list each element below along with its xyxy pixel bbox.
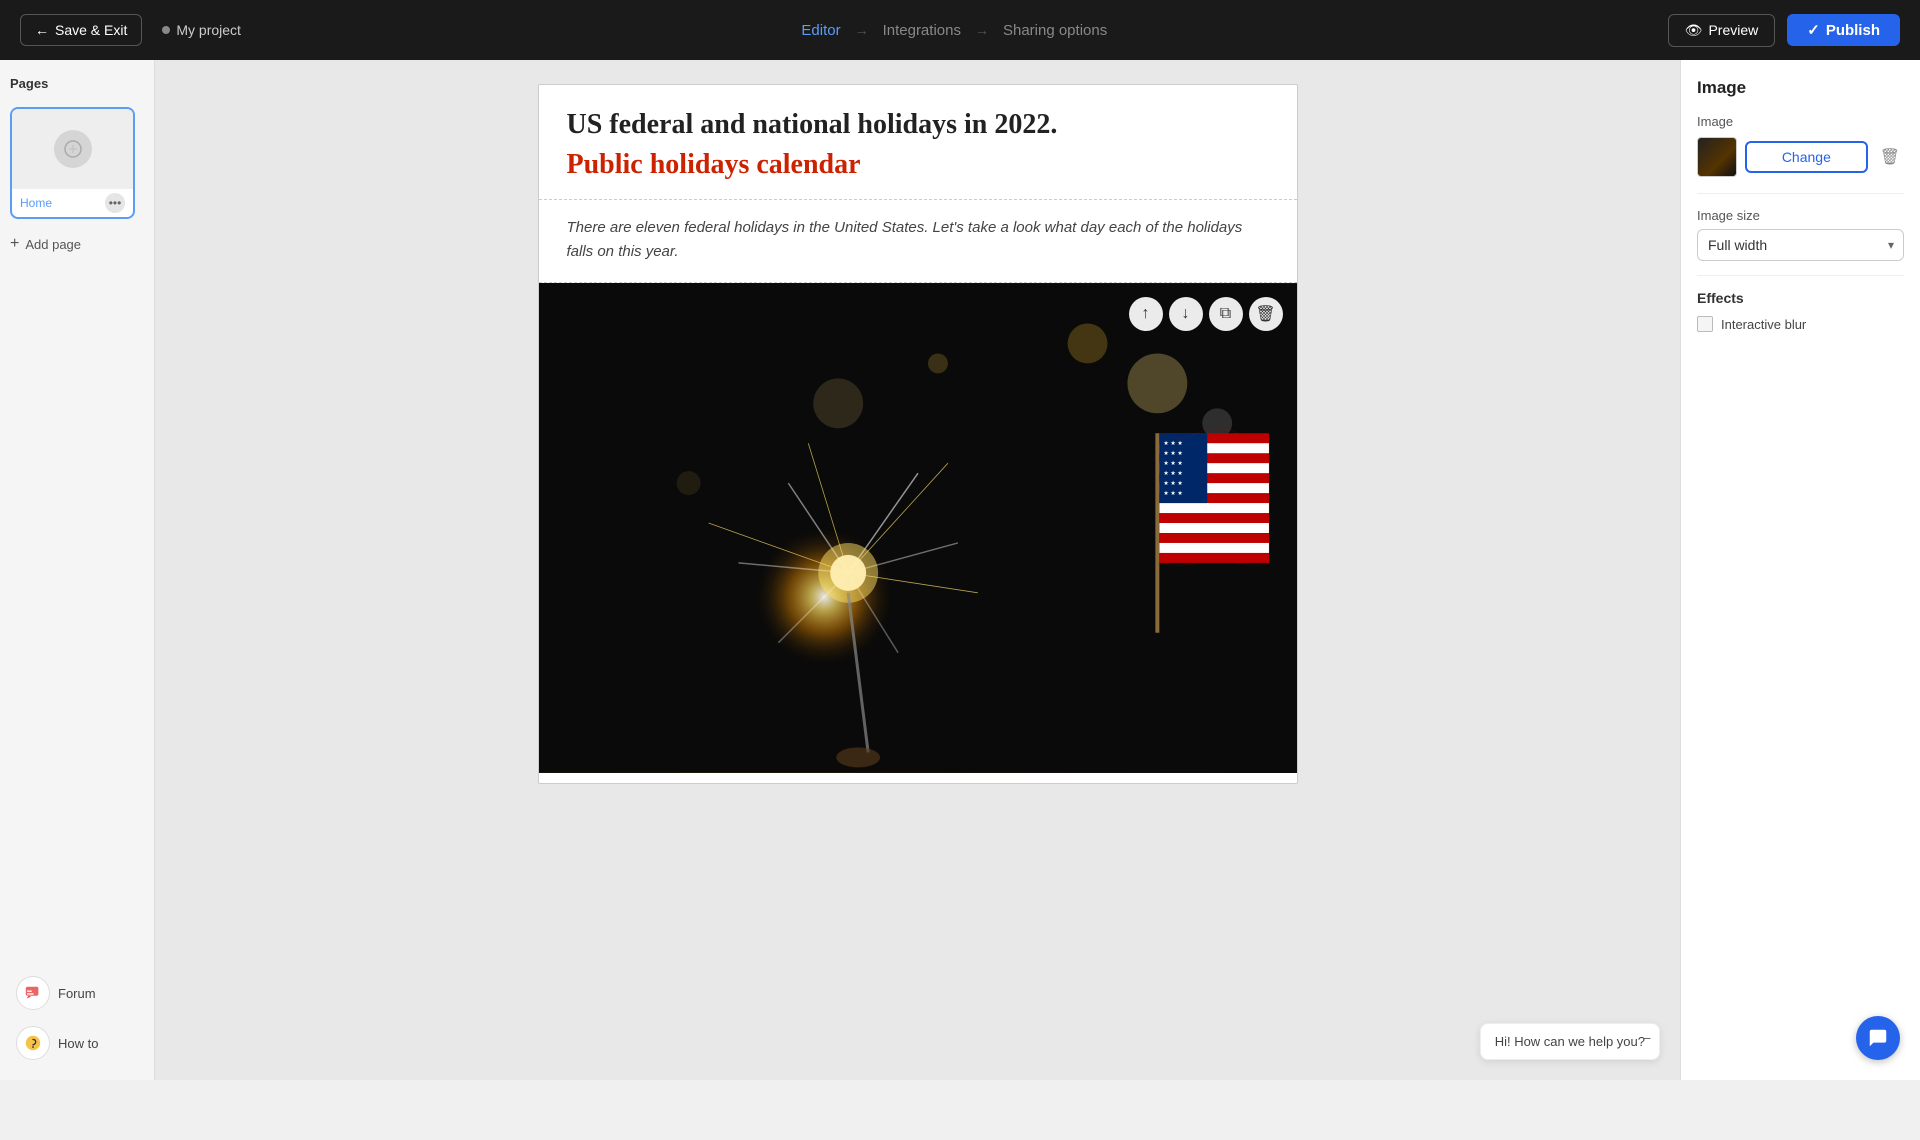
image-duplicate-button[interactable]: ⧉: [1209, 297, 1243, 331]
panel-title: Image: [1697, 78, 1904, 98]
image-size-label: Image size: [1697, 208, 1904, 223]
save-exit-button[interactable]: ← Save & Exit: [20, 14, 142, 46]
help-minimize-button[interactable]: −: [1643, 1030, 1651, 1046]
add-page-button[interactable]: + Add page: [10, 235, 144, 253]
nav-arrow-1: →: [855, 22, 869, 38]
panel-divider-2: [1697, 275, 1904, 276]
help-text: Hi! How can we help you?: [1495, 1034, 1645, 1049]
page-more-button[interactable]: •••: [105, 193, 125, 213]
back-arrow-icon: ←: [35, 22, 49, 38]
image-move-down-button[interactable]: ↓: [1169, 297, 1203, 331]
svg-text:★ ★ ★: ★ ★ ★: [1163, 470, 1182, 477]
nav-arrow-2: →: [975, 22, 989, 38]
howto-item[interactable]: How to: [10, 1022, 144, 1064]
publish-button[interactable]: ✓ Publish: [1787, 14, 1900, 46]
main-layout: Pages Home ••• + Add page: [0, 60, 1920, 1080]
page-card-label: Home •••: [12, 189, 133, 217]
topnav-center: Editor → Integrations → Sharing options: [801, 22, 1107, 39]
center-content: US federal and national holidays in 2022…: [155, 60, 1680, 1080]
add-page-label: Add page: [25, 237, 81, 252]
effects-title: Effects: [1697, 290, 1904, 306]
page-card-home[interactable]: Home •••: [10, 107, 135, 219]
size-select-wrapper: Full width Medium Small ▾: [1697, 229, 1904, 261]
body-block: There are eleven federal holidays in the…: [539, 200, 1297, 283]
change-image-button[interactable]: Change: [1745, 141, 1868, 173]
page-editor: US federal and national holidays in 2022…: [538, 84, 1298, 784]
image-label: Image: [1697, 114, 1904, 129]
body-text: There are eleven federal holidays in the…: [567, 216, 1269, 264]
howto-icon: [16, 1026, 50, 1060]
chat-fab-button[interactable]: [1856, 1016, 1900, 1060]
forum-icon: [16, 976, 50, 1010]
preview-label: Preview: [1708, 22, 1758, 38]
home-label: Home: [20, 196, 52, 210]
image-placeholder: ★ ★ ★ ★ ★ ★ ★ ★ ★ ★ ★ ★ ★ ★ ★ ★ ★ ★ ↑: [539, 283, 1297, 773]
page-icon: [54, 130, 92, 168]
svg-text:★ ★ ★: ★ ★ ★: [1163, 460, 1182, 467]
effects-row: Interactive blur: [1697, 316, 1904, 332]
size-select[interactable]: Full width Medium Small: [1697, 229, 1904, 261]
image-delete-button[interactable]: 🗑: [1249, 297, 1283, 331]
nav-sharing[interactable]: Sharing options: [1003, 22, 1107, 39]
help-widget: − Hi! How can we help you?: [1480, 1023, 1660, 1060]
project-name-label: My project: [176, 22, 241, 38]
checkmark-icon: ✓: [1807, 21, 1820, 39]
nav-editor[interactable]: Editor: [801, 22, 840, 39]
image-controls: ↑ ↓ ⧉ 🗑: [1129, 297, 1283, 331]
howto-label: How to: [58, 1036, 98, 1051]
image-thumbnail: [1697, 137, 1737, 177]
pages-title: Pages: [10, 76, 144, 91]
image-row: Change 🗑: [1697, 137, 1904, 177]
panel-divider-1: [1697, 193, 1904, 194]
svg-text:★ ★ ★: ★ ★ ★: [1163, 440, 1182, 447]
save-exit-label: Save & Exit: [55, 22, 127, 38]
page-title-line1: US federal and national holidays in 2022…: [567, 109, 1269, 141]
topnav: ← Save & Exit My project Editor → Integr…: [0, 0, 1920, 60]
project-name: My project: [162, 22, 241, 38]
plus-icon: +: [10, 235, 19, 253]
sidebar-bottom: Forum How to: [10, 972, 144, 1064]
topnav-left: ← Save & Exit My project: [20, 14, 241, 46]
svg-text:★ ★ ★: ★ ★ ★: [1163, 450, 1182, 457]
image-move-up-button[interactable]: ↑: [1129, 297, 1163, 331]
nav-integrations[interactable]: Integrations: [883, 22, 961, 39]
left-sidebar: Pages Home ••• + Add page: [0, 60, 155, 1080]
delete-image-button[interactable]: 🗑: [1876, 143, 1904, 171]
svg-text:★ ★ ★: ★ ★ ★: [1163, 480, 1182, 487]
eye-icon: 👁: [1685, 22, 1703, 39]
right-panel: Image Image Change 🗑 Image size Full wid…: [1680, 60, 1920, 1080]
interactive-blur-label: Interactive blur: [1721, 317, 1806, 332]
dot-icon: [162, 26, 170, 34]
forum-label: Forum: [58, 986, 96, 1001]
title-block: US federal and national holidays in 2022…: [539, 85, 1297, 200]
forum-item[interactable]: Forum: [10, 972, 144, 1014]
page-card-preview: [12, 109, 133, 189]
interactive-blur-checkbox[interactable]: [1697, 316, 1713, 332]
topnav-right: 👁 Preview ✓ Publish: [1668, 14, 1900, 47]
publish-label: Publish: [1826, 22, 1880, 39]
preview-button[interactable]: 👁 Preview: [1668, 14, 1776, 47]
image-block[interactable]: ★ ★ ★ ★ ★ ★ ★ ★ ★ ★ ★ ★ ★ ★ ★ ★ ★ ★ ↑: [539, 283, 1297, 773]
svg-text:★ ★ ★: ★ ★ ★: [1163, 490, 1182, 497]
page-title-line2: Public holidays calendar: [567, 149, 1269, 181]
